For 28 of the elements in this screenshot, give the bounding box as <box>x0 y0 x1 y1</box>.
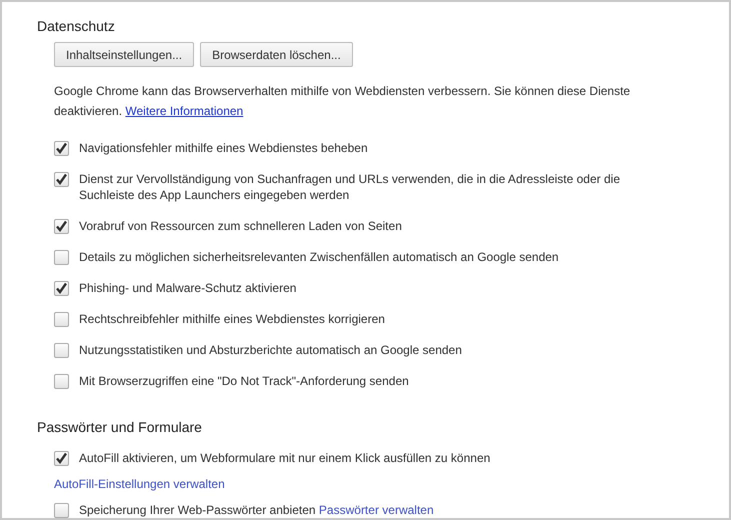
settings-button[interactable]: Browserdaten löschen... <box>200 42 353 67</box>
checkbox[interactable] <box>54 503 69 518</box>
settings-link[interactable]: AutoFill-Einstellungen verwalten <box>54 477 225 491</box>
option-label: Vorabruf von Ressourcen zum schnelleren Laden von Seiten <box>79 218 403 234</box>
description-text: Google Chrome kann das Browserverhalten mithilfe von Webdiensten verbessern. Sie können diese Dienste deaktivieren. Weitere Informationen <box>54 83 632 120</box>
checkbox[interactable] <box>54 343 69 358</box>
section-title: Datenschutz <box>37 18 115 34</box>
option-label: Phishing- und Malware-Schutz aktivieren <box>79 280 298 296</box>
option-label: Rechtschreibfehler mithilfe eines Webdienstes korrigieren <box>79 311 386 327</box>
checkbox[interactable] <box>54 250 69 265</box>
checkbox[interactable] <box>54 219 69 234</box>
manage-link[interactable]: Passwörter verwalten <box>318 503 434 517</box>
option-label: Dienst zur Vervollständigung von Suchanfragen und URLs verwenden, die in die Adressleiste oder die Suchleiste des App Launchers eingegeben werden <box>79 171 621 203</box>
checkbox[interactable] <box>54 281 69 296</box>
option-label: Mit Browserzugriffen eine "Do Not Track"-Anforderung senden <box>79 373 410 389</box>
section-title: Passwörter und Formulare <box>37 419 202 435</box>
checkbox[interactable] <box>54 374 69 389</box>
settings-button[interactable]: Inhaltseinstellungen... <box>54 42 194 67</box>
checkbox[interactable] <box>54 141 69 156</box>
option-label: Navigationsfehler mithilfe eines Webdienstes beheben <box>79 140 369 156</box>
checkbox[interactable] <box>54 172 69 187</box>
option-label: AutoFill aktivieren, um Webformulare mit nur einem Klick ausfüllen zu können <box>79 450 492 466</box>
option-label: Speicherung Ihrer Web-Passwörter anbieten Passwörter verwalten <box>79 502 435 518</box>
checkbox[interactable] <box>54 312 69 327</box>
info-link[interactable]: Weitere Informationen <box>125 104 244 118</box>
checkbox[interactable] <box>54 451 69 466</box>
option-label: Details zu möglichen sicherheitsrelevanten Zwischenfällen automatisch an Google senden <box>79 249 560 265</box>
option-label: Nutzungsstatistiken und Absturzberichte automatisch an Google senden <box>79 342 463 358</box>
